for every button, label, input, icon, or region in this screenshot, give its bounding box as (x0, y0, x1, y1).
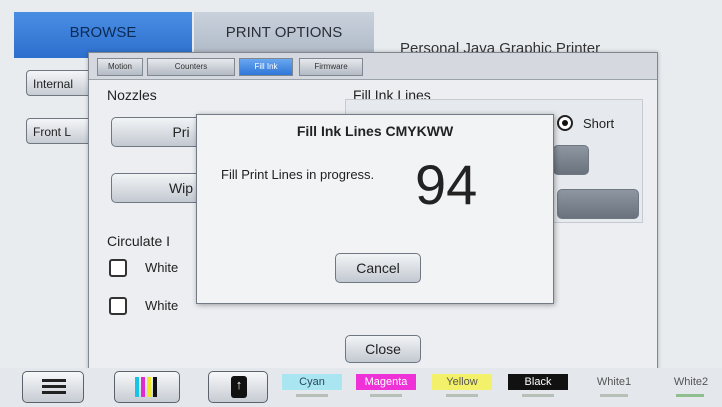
fill-option-button[interactable] (553, 145, 589, 175)
close-button[interactable]: Close (345, 335, 421, 363)
cancel-button[interactable]: Cancel (335, 253, 421, 283)
ink-yellow-level (446, 394, 478, 397)
tab-firmware[interactable]: Firmware (299, 58, 363, 76)
circulate-ink-heading: Circulate I (107, 233, 171, 249)
dialog-tab-bar: Motion Counters Fill Ink Firmware (89, 53, 657, 80)
ink-white1-level (600, 394, 628, 397)
upload-button[interactable] (208, 371, 268, 403)
nozzles-heading: Nozzles (107, 87, 157, 103)
tab-fill-ink[interactable]: Fill Ink (239, 58, 293, 76)
short-radio[interactable] (557, 115, 573, 131)
ink-white2-level (676, 394, 704, 397)
fill-progress-dialog: Fill Ink Lines CMYKWW Fill Print Lines i… (196, 114, 554, 304)
ink-cyan-label: Cyan (282, 374, 342, 390)
fill-start-button[interactable] (557, 189, 639, 219)
popup-title: Fill Ink Lines CMYKWW (296, 123, 454, 139)
ink-magenta-label: Magenta (356, 374, 416, 390)
menu-button[interactable] (22, 371, 84, 403)
white2-checkbox[interactable] (109, 297, 127, 315)
ink-status-button[interactable] (114, 371, 180, 403)
white1-checkbox-label: White (145, 260, 179, 275)
bottom-toolbar: Cyan Magenta Yellow Black White1 White2 (0, 368, 722, 407)
ink-yellow-label: Yellow (432, 374, 492, 390)
short-radio-label: Short (583, 116, 615, 131)
tab-motion[interactable]: Motion (97, 58, 143, 76)
white1-checkbox[interactable] (109, 259, 127, 277)
ink-black-level (522, 394, 554, 397)
ink-cartridges-icon (135, 377, 159, 397)
ink-white2-label: White2 (673, 376, 709, 388)
upload-icon (231, 376, 247, 398)
progress-message: Fill Print Lines in progress. (221, 167, 375, 182)
hamburger-icon (42, 379, 66, 395)
ink-white1-label: White1 (596, 376, 632, 388)
ink-magenta-level (370, 394, 402, 397)
tab-counters[interactable]: Counters (147, 58, 235, 76)
ink-black-label: Black (508, 374, 568, 390)
white2-checkbox-label: White (145, 298, 179, 313)
progress-counter: 94 (415, 153, 478, 216)
ink-cyan-level (296, 394, 328, 397)
